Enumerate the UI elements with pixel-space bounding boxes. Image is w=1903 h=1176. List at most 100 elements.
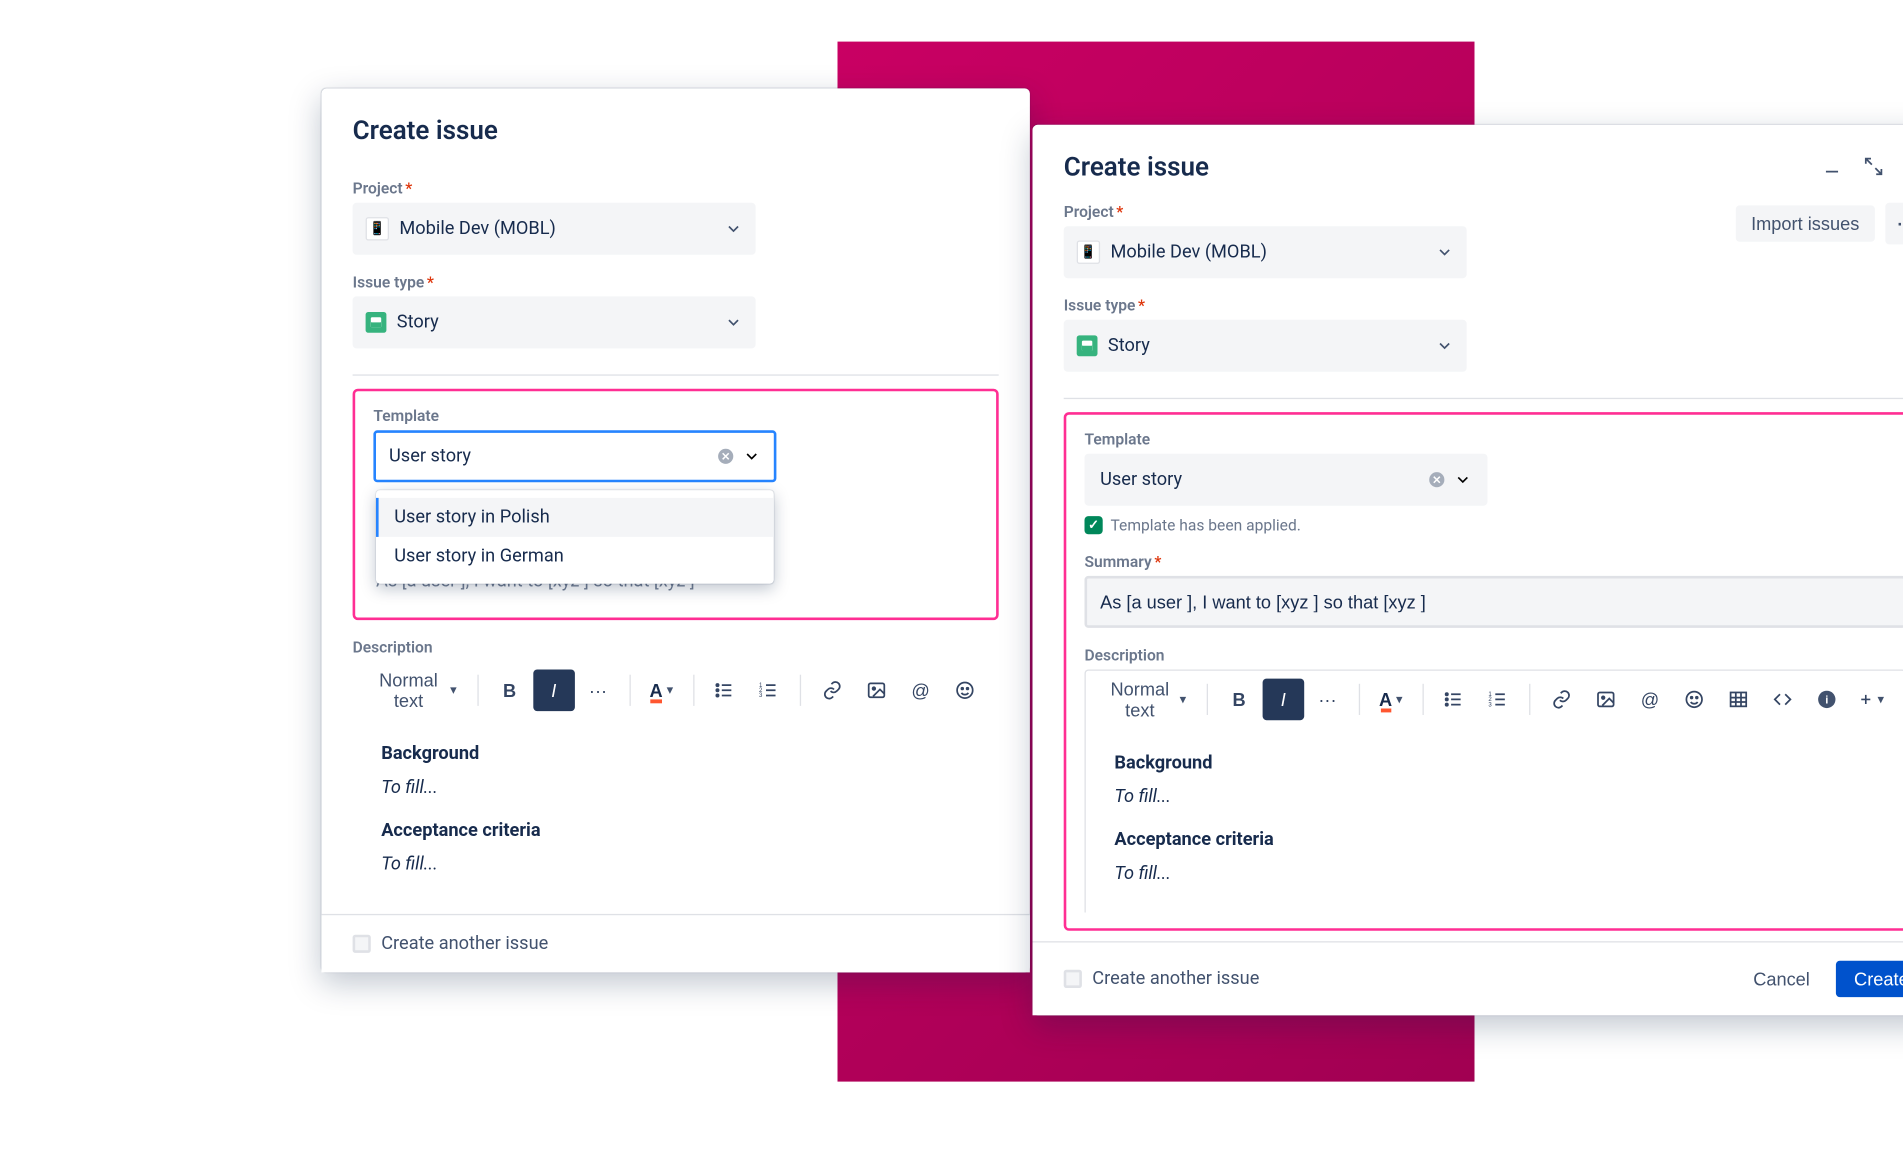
emoji-button[interactable] (1673, 679, 1715, 721)
chevron-down-icon (724, 220, 742, 238)
template-select[interactable]: User story User story in Polish User sto… (373, 430, 776, 482)
create-another-checkbox[interactable]: Create another issue (352, 933, 548, 954)
editor-content[interactable]: Background To fill... Acceptance criteri… (1085, 728, 1903, 912)
clear-icon[interactable] (1427, 471, 1445, 489)
heading: Background (381, 740, 970, 769)
project-label: Project* (352, 179, 998, 197)
bold-button[interactable]: B (1218, 679, 1260, 721)
separator (800, 675, 801, 706)
svg-text:3: 3 (1488, 702, 1492, 708)
issue-type-label: Issue type* (1063, 296, 1735, 314)
project-icon: 📱 (365, 217, 388, 240)
template-applied-status: ✓ Template has been applied. (1084, 516, 1903, 534)
heading: Background (1114, 749, 1876, 778)
create-another-checkbox[interactable]: Create another issue (1063, 968, 1259, 989)
create-issue-dialog-left: Create issue Project* 📱 Mobile Dev (MOBL… (321, 88, 1029, 971)
dialog-title: Create issue (1063, 151, 1208, 182)
issue-type-select[interactable]: Story (1063, 320, 1466, 372)
project-value: Mobile Dev (MOBL) (399, 218, 555, 239)
template-select[interactable]: User story (1084, 454, 1487, 506)
description-editor[interactable]: Normal text ▾ B I ··· A▾ 123 (352, 662, 998, 903)
story-icon (1076, 335, 1097, 356)
chevron-down-icon (1435, 243, 1453, 261)
more-format-button[interactable]: ··· (577, 670, 619, 712)
dialog-footer: Create another issue (321, 913, 1029, 972)
chevron-down-icon[interactable] (1453, 471, 1471, 489)
info-button[interactable]: i (1805, 679, 1847, 721)
chevron-down-icon[interactable] (742, 447, 760, 465)
separator (692, 675, 693, 706)
chevron-down-icon: ▾ (450, 683, 457, 697)
divider (352, 374, 998, 375)
image-button[interactable] (855, 670, 897, 712)
minimize-icon[interactable] (1820, 155, 1843, 178)
emoji-button[interactable] (944, 670, 986, 712)
chevron-down-icon (1435, 337, 1453, 355)
header-actions (1820, 155, 1903, 178)
dropdown-item[interactable]: User story in Polish (376, 498, 774, 537)
clear-icon[interactable] (716, 447, 734, 465)
project-select[interactable]: 📱 Mobile Dev (MOBL) (1063, 226, 1466, 278)
project-label: Project* (1063, 203, 1735, 221)
insert-button[interactable]: ▾ (1850, 679, 1892, 721)
italic-button[interactable]: I (532, 670, 574, 712)
story-icon (365, 312, 386, 333)
summary-input[interactable] (1084, 576, 1903, 628)
text-color-button[interactable]: A▾ (1369, 679, 1411, 721)
image-button[interactable] (1584, 679, 1626, 721)
text-style-button[interactable]: Normal text ▾ (1098, 679, 1196, 721)
create-issue-dialog-right: Create issue Project* 📱 (1032, 125, 1903, 1015)
check-icon: ✓ (1084, 516, 1102, 534)
import-issues-button[interactable]: Import issues (1735, 205, 1874, 241)
chevron-down-icon: ▾ (1179, 692, 1186, 706)
bold-button[interactable]: B (488, 670, 530, 712)
checkbox-icon (352, 934, 370, 952)
issue-type-value: Story (396, 312, 438, 333)
ordered-list-button[interactable]: 123 (748, 670, 790, 712)
text-color-button[interactable]: A▾ (640, 670, 682, 712)
create-button[interactable]: Create (1835, 960, 1903, 996)
separator (629, 675, 630, 706)
description-editor[interactable]: Normal text ▾ B I ··· A▾ (1084, 670, 1903, 913)
heading: Acceptance criteria (381, 816, 970, 845)
template-dropdown: User story in Polish User story in Germa… (376, 490, 774, 584)
issue-type-label: Issue type* (352, 273, 998, 291)
code-button[interactable] (1761, 679, 1803, 721)
project-select[interactable]: 📱 Mobile Dev (MOBL) (352, 203, 755, 255)
bullet-list-button[interactable] (703, 670, 745, 712)
paragraph: To fill... (1114, 783, 1876, 812)
highlight-left: Template User story User story in Polish (352, 389, 998, 620)
template-label: Template (1084, 430, 1903, 448)
divider (1063, 398, 1903, 399)
template-value: User story (389, 446, 471, 467)
template-label: Template (373, 407, 978, 425)
issue-type-select[interactable]: Story (352, 296, 755, 348)
project-value: Mobile Dev (MOBL) (1110, 242, 1266, 263)
heading: Acceptance criteria (1114, 825, 1876, 854)
summary-label: Summary* (1084, 553, 1903, 571)
editor-toolbar: Normal text ▾ B I ··· A▾ (1085, 671, 1903, 728)
bullet-list-button[interactable] (1433, 679, 1475, 721)
paragraph: To fill... (381, 850, 970, 879)
dropdown-item[interactable]: User story in German (376, 537, 774, 576)
svg-text:3: 3 (759, 693, 763, 699)
paragraph: To fill... (1114, 860, 1876, 889)
more-format-button[interactable]: ··· (1306, 679, 1348, 721)
mention-button[interactable]: @ (1629, 679, 1671, 721)
editor-content[interactable]: Background To fill... Acceptance criteri… (352, 719, 998, 903)
collapse-icon[interactable] (1861, 155, 1884, 178)
cancel-button[interactable]: Cancel (1737, 960, 1825, 996)
link-button[interactable] (811, 670, 853, 712)
ordered-list-button[interactable]: 123 (1477, 679, 1519, 721)
more-actions-button[interactable]: ··· (1885, 203, 1903, 245)
link-button[interactable] (1540, 679, 1582, 721)
separator (477, 675, 478, 706)
svg-text:i: i (1825, 695, 1828, 707)
separator (1358, 684, 1359, 715)
editor-toolbar: Normal text ▾ B I ··· A▾ 123 (352, 662, 998, 719)
mention-button[interactable]: @ (899, 670, 941, 712)
chevron-down-icon (724, 313, 742, 331)
italic-button[interactable]: I (1262, 679, 1304, 721)
table-button[interactable] (1717, 679, 1759, 721)
text-style-button[interactable]: Normal text ▾ (365, 670, 466, 712)
